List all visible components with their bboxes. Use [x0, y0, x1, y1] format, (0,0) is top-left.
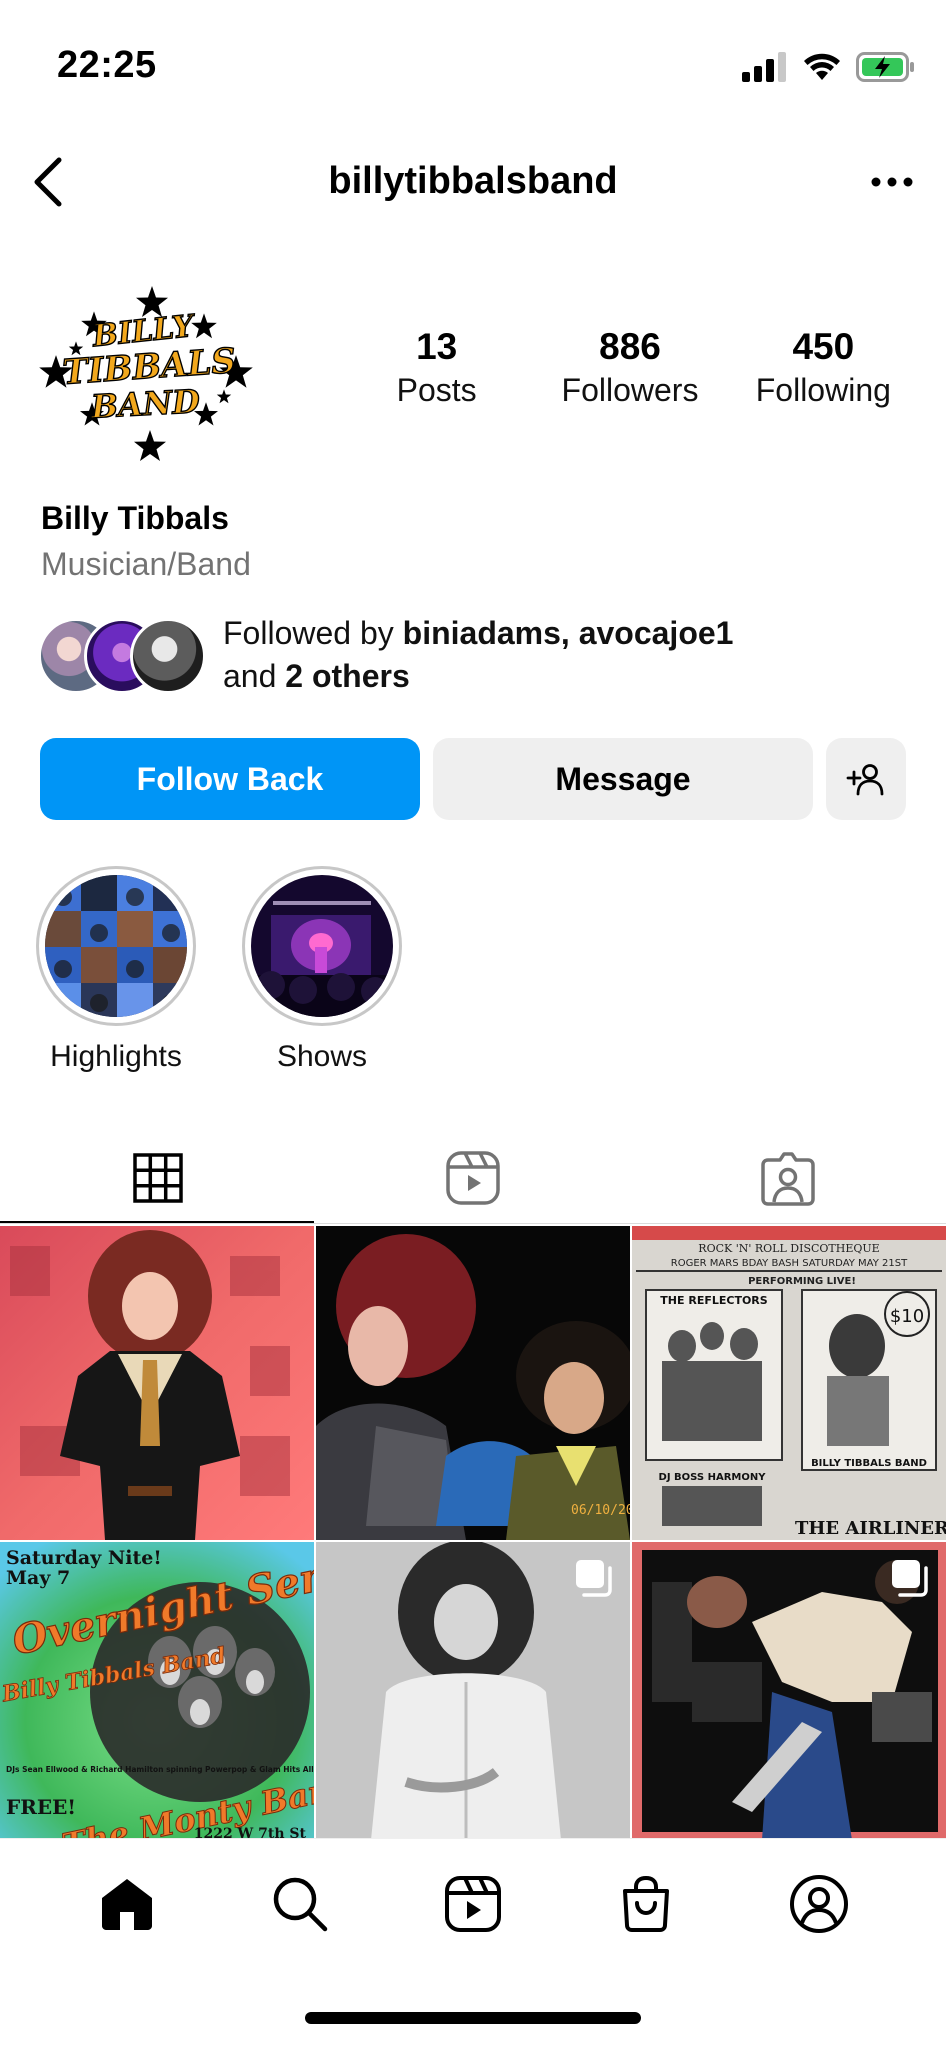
post-thumbnail[interactable]: Saturday Nite! May 7 Overnight Sensation…: [0, 1542, 314, 1838]
profile-stats: 13 Posts 886 Followers 450 Following: [340, 325, 920, 411]
poster-small-text: DJs Sean Ellwood & Richard Hamilton spin…: [6, 1765, 314, 1774]
highlight-ring: [242, 866, 402, 1026]
poster-address: 1222 W 7th St: [194, 1826, 307, 1838]
photo-timestamp: 06/10/2022: [571, 1503, 630, 1518]
flyer-band1: THE REFLECTORS: [660, 1294, 767, 1307]
reels-icon: [444, 1875, 501, 1932]
followed-by-text: Followed by biniadams, avocajoe1 and 2 o…: [223, 612, 733, 698]
tab-divider: [0, 1223, 946, 1224]
flyer-top-text: ROCK 'N' ROLL DISCOTHEQUE: [698, 1242, 879, 1255]
poster-date-line1: Saturday Nite!: [6, 1547, 162, 1569]
stat-number: 450: [792, 326, 855, 367]
more-options-button[interactable]: [860, 154, 924, 210]
add-person-icon: [846, 764, 884, 796]
profile-icon: [790, 1874, 849, 1933]
status-time: 22:25: [57, 44, 157, 86]
grid-icon: [132, 1153, 183, 1203]
following-count[interactable]: 450 Following: [727, 325, 920, 411]
follow-back-button[interactable]: Follow Back: [40, 738, 420, 820]
highlight-cover: [45, 875, 187, 1017]
tagged-person-icon: [761, 1152, 816, 1206]
mutual-user-1[interactable]: biniadams: [403, 615, 561, 651]
nav-reels[interactable]: [433, 1864, 513, 1944]
stat-number: 886: [599, 326, 661, 367]
more-horizontal-icon: [871, 177, 913, 187]
post-thumbnail[interactable]: ROCK 'N' ROLL DISCOTHEQUE ROGER MARS BDA…: [632, 1226, 946, 1540]
nav-search[interactable]: [260, 1864, 340, 1944]
posts-count[interactable]: 13 Posts: [340, 325, 533, 411]
status-icons: [742, 52, 916, 82]
flyer-bottom: THE AIRLINER: [795, 1518, 946, 1539]
followers-count[interactable]: 886 Followers: [533, 325, 726, 411]
message-button[interactable]: Message: [433, 738, 813, 820]
signal-icon: [742, 52, 786, 82]
shop-icon: [623, 1875, 670, 1932]
multiple-posts-icon: [892, 1560, 928, 1597]
post-thumbnail[interactable]: [316, 1542, 630, 1838]
flyer-price: $10: [890, 1306, 924, 1327]
add-user-button[interactable]: [826, 738, 906, 820]
poster-free: FREE!: [6, 1795, 76, 1819]
bottom-navigation: [0, 1838, 946, 1968]
post-thumbnail[interactable]: [632, 1542, 946, 1838]
band-logo: BILLY TIBBALS BAND: [39, 286, 253, 461]
followed-by[interactable]: Followed by biniadams, avocajoe1 and 2 o…: [38, 612, 918, 702]
flyer-dj: DJ BOSS HARMONY: [659, 1472, 767, 1483]
and-text: and: [223, 658, 286, 694]
highlight-ring: [36, 866, 196, 1026]
profile-actions: Follow Back Message: [40, 738, 906, 820]
flyer-band2: BILLY TIBBALS BAND: [811, 1458, 927, 1469]
status-bar: 22:25: [0, 0, 946, 130]
stat-label: Followers: [561, 372, 699, 408]
post-thumbnail[interactable]: 06/10/2022: [316, 1226, 630, 1540]
svg-text:BAND: BAND: [89, 382, 201, 426]
page-title: billytibbalsband: [328, 160, 618, 202]
tab-tagged[interactable]: [631, 1130, 946, 1226]
home-indicator: [305, 2012, 641, 2024]
wifi-icon: [804, 53, 840, 80]
flyer-performing: PERFORMING LIVE!: [748, 1276, 856, 1287]
tab-posts-grid[interactable]: [0, 1130, 315, 1226]
profile-avatar[interactable]: BILLY TIBBALS BAND: [36, 275, 266, 475]
separator: ,: [560, 615, 579, 651]
tab-reels[interactable]: [315, 1130, 630, 1226]
stat-label: Following: [755, 372, 891, 408]
nav-shop[interactable]: [606, 1864, 686, 1944]
mutual-follower-avatars: [38, 618, 208, 694]
home-icon: [101, 1878, 152, 1930]
highlight-shows[interactable]: Shows: [242, 866, 402, 1074]
avatar: [130, 618, 206, 694]
display-name: Billy Tibbals: [41, 500, 229, 536]
multiple-posts-icon: [576, 1560, 612, 1597]
flyer-line-text: ROGER MARS BDAY BASH SATURDAY MAY 21ST: [671, 1258, 908, 1269]
highlight-highlights[interactable]: Highlights: [36, 866, 196, 1074]
highlight-cover: [251, 875, 393, 1017]
profile-header: billytibbalsband: [0, 140, 946, 224]
stat-label: Posts: [396, 372, 477, 408]
search-icon: [273, 1877, 328, 1931]
others-link[interactable]: 2 others: [285, 658, 409, 694]
profile-tabs: [0, 1130, 946, 1226]
followed-by-prefix: Followed by: [223, 615, 403, 651]
nav-home[interactable]: [87, 1864, 167, 1944]
post-thumbnail[interactable]: [0, 1226, 314, 1540]
highlight-label: Highlights: [50, 1040, 182, 1073]
reels-icon: [446, 1151, 500, 1205]
story-highlights: Highlights Shows: [36, 866, 916, 1076]
profile-category: Musician/Band: [41, 546, 251, 582]
mutual-user-2[interactable]: avocajoe1: [579, 615, 734, 651]
battery-charging-icon: [856, 52, 914, 82]
posts-grid: 06/10/2022 ROCK 'N' ROLL DISCOTHEQUE ROG…: [0, 1226, 946, 1838]
poster-date-line2: May 7: [6, 1567, 70, 1589]
nav-profile[interactable]: [779, 1864, 859, 1944]
highlight-label: Shows: [276, 1040, 368, 1073]
stat-number: 13: [416, 326, 458, 367]
